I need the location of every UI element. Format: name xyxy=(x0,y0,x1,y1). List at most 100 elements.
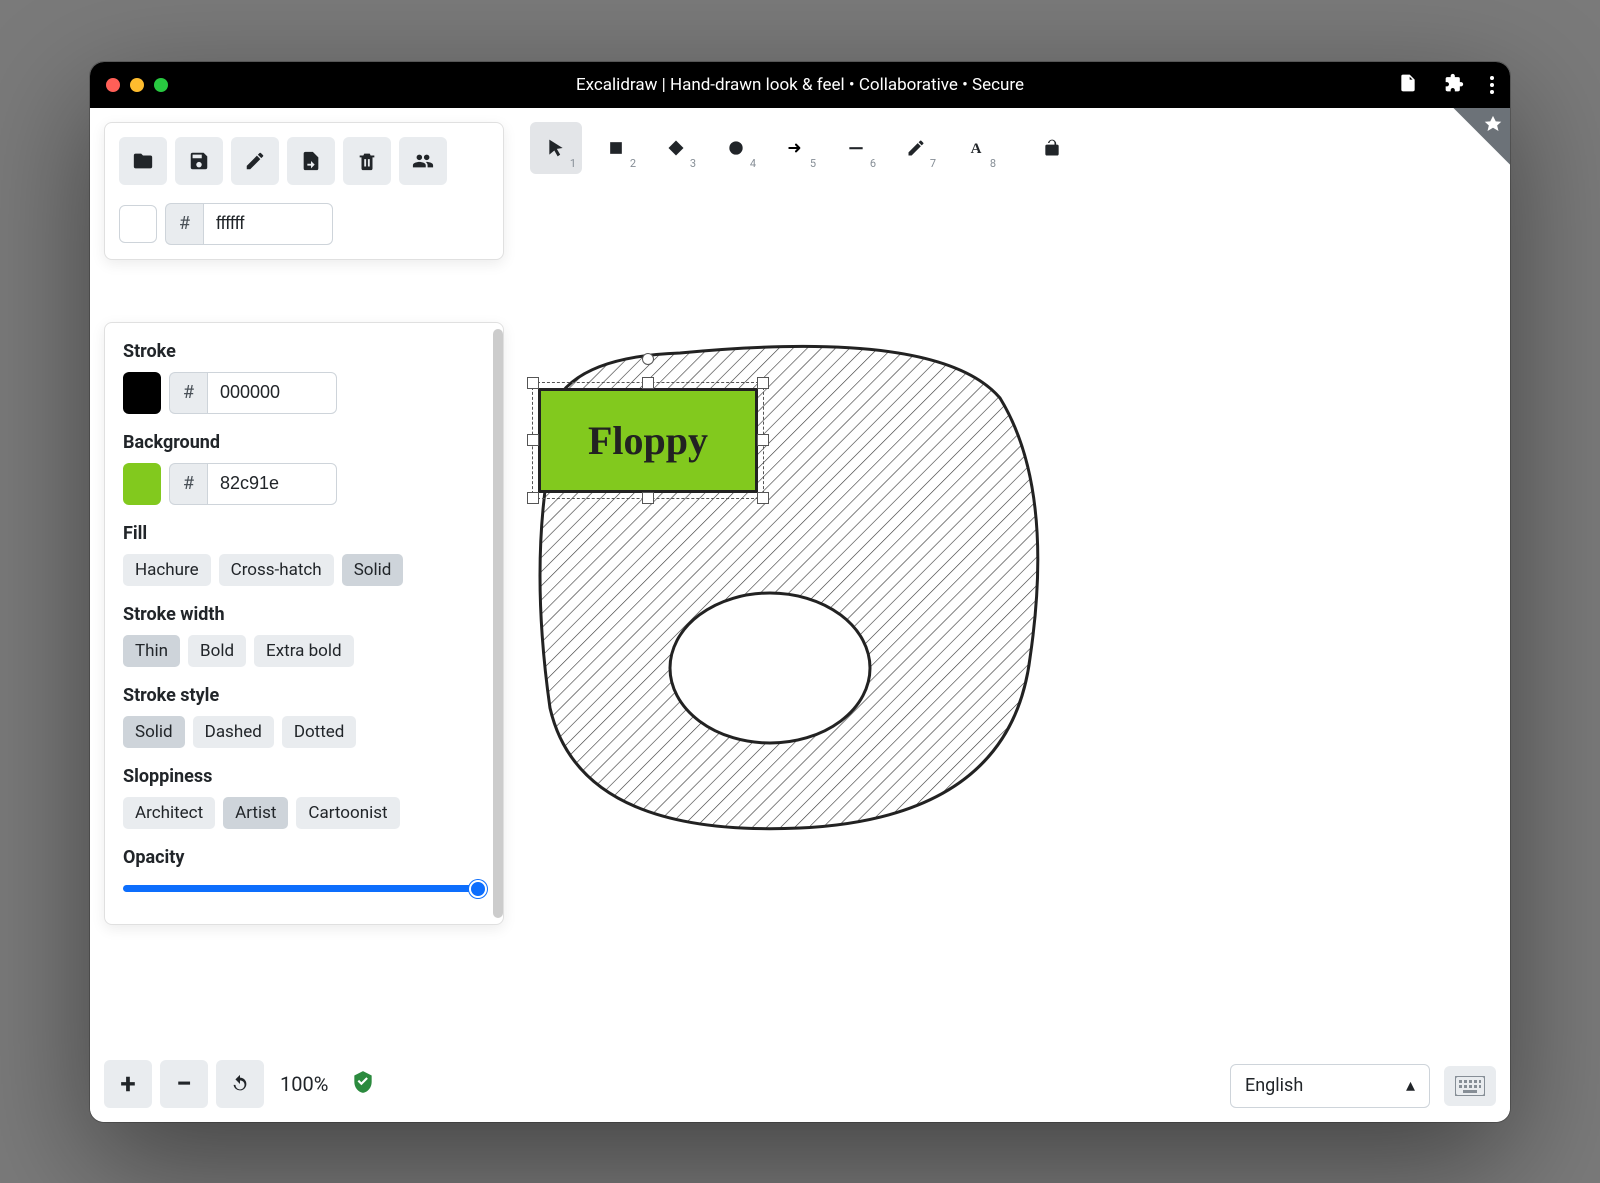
lock-open-icon xyxy=(1042,138,1062,158)
scrollbar[interactable] xyxy=(493,329,503,918)
reset-icon xyxy=(229,1073,251,1095)
option-extra-bold[interactable]: Extra bold xyxy=(254,635,354,667)
svg-text:A: A xyxy=(971,141,982,157)
tool-ellipse[interactable]: 4 xyxy=(710,122,762,174)
background-label: Background xyxy=(123,432,485,453)
canvas-bg-hex-input[interactable] xyxy=(203,203,333,245)
more-vertical-icon[interactable] xyxy=(1490,76,1494,94)
option-cross-hatch[interactable]: Cross-hatch xyxy=(219,554,334,586)
tool-number: 5 xyxy=(810,157,816,170)
delete-button[interactable] xyxy=(343,137,391,185)
stroke-group: Stroke # xyxy=(123,341,485,414)
option-dashed[interactable]: Dashed xyxy=(193,716,274,748)
option-solid[interactable]: Solid xyxy=(123,716,185,748)
puzzle-icon[interactable] xyxy=(1444,73,1464,97)
github-corner[interactable] xyxy=(1440,108,1510,178)
file-icon[interactable] xyxy=(1398,73,1418,97)
maximize-window-button[interactable] xyxy=(154,78,168,92)
hash-label: # xyxy=(165,203,203,245)
opacity-group: Opacity xyxy=(123,847,485,900)
close-window-button[interactable] xyxy=(106,78,120,92)
tool-number: 7 xyxy=(930,157,936,170)
bottom-bar: + − 100% xyxy=(104,1060,376,1108)
canvas-bg-swatch[interactable] xyxy=(119,205,157,243)
file-toolbar xyxy=(119,137,489,185)
lock-toggle[interactable] xyxy=(1026,122,1078,174)
encryption-shield-icon[interactable] xyxy=(350,1069,376,1099)
option-dotted[interactable]: Dotted xyxy=(282,716,357,748)
resize-handle-ne[interactable] xyxy=(757,377,769,389)
tool-arrow[interactable]: 5 xyxy=(770,122,822,174)
option-architect[interactable]: Architect xyxy=(123,797,215,829)
tools-bar: 1 2 3 4 5 6 7 A8 xyxy=(530,122,1078,174)
stroke-style-label: Stroke style xyxy=(123,685,485,706)
tool-number: 4 xyxy=(750,157,756,170)
titlebar: Excalidraw | Hand-drawn look & feel • Co… xyxy=(90,62,1510,108)
clear-canvas-button[interactable] xyxy=(231,137,279,185)
stroke-label: Stroke xyxy=(123,341,485,362)
resize-handle-e[interactable] xyxy=(757,434,769,446)
language-select[interactable]: English ▴ xyxy=(1230,1064,1430,1108)
paint-icon xyxy=(1482,114,1504,136)
resize-handle-se[interactable] xyxy=(757,492,769,504)
resize-handle-nw[interactable] xyxy=(527,377,539,389)
zoom-in-button[interactable]: + xyxy=(104,1060,152,1108)
zoom-reset-button[interactable] xyxy=(216,1060,264,1108)
stroke-style-group: Stroke style SolidDashedDotted xyxy=(123,685,485,748)
background-hex-input[interactable] xyxy=(207,463,337,505)
sloppiness-group: Sloppiness ArchitectArtistCartoonist xyxy=(123,766,485,829)
drawn-shape xyxy=(520,338,1050,838)
resize-handle-sw[interactable] xyxy=(527,492,539,504)
eraser-icon xyxy=(244,150,266,172)
keyboard-icon xyxy=(1455,1076,1485,1096)
option-hachure[interactable]: Hachure xyxy=(123,554,211,586)
canvas-background-row: # xyxy=(119,203,489,245)
background-group: Background # xyxy=(123,432,485,505)
option-thin[interactable]: Thin xyxy=(123,635,180,667)
tool-rectangle[interactable]: 2 xyxy=(590,122,642,174)
collaborate-button[interactable] xyxy=(399,137,447,185)
tool-number: 3 xyxy=(690,157,696,170)
resize-handle-n[interactable] xyxy=(642,377,654,389)
keyboard-shortcuts-button[interactable] xyxy=(1444,1066,1496,1106)
fill-label: Fill xyxy=(123,523,485,544)
tool-draw[interactable]: 7 xyxy=(890,122,942,174)
background-swatch[interactable] xyxy=(123,463,161,505)
option-solid[interactable]: Solid xyxy=(342,554,404,586)
bottom-right: English ▴ xyxy=(1230,1064,1496,1108)
open-button[interactable] xyxy=(119,137,167,185)
option-artist[interactable]: Artist xyxy=(223,797,288,829)
option-bold[interactable]: Bold xyxy=(188,635,246,667)
language-selected: English xyxy=(1245,1075,1303,1096)
stroke-hex-input[interactable] xyxy=(207,372,337,414)
window-title: Excalidraw | Hand-drawn look & feel • Co… xyxy=(576,75,1024,95)
resize-handle-w[interactable] xyxy=(527,434,539,446)
fill-group: Fill HachureCross-hatchSolid xyxy=(123,523,485,586)
tool-selection[interactable]: 1 xyxy=(530,122,582,174)
save-button[interactable] xyxy=(175,137,223,185)
app-body: Floppy xyxy=(90,108,1510,1122)
tool-text[interactable]: A8 xyxy=(950,122,1002,174)
tool-number: 6 xyxy=(870,157,876,170)
selected-rect[interactable]: Floppy xyxy=(538,388,758,493)
option-cartoonist[interactable]: Cartoonist xyxy=(296,797,399,829)
shape-text: Floppy xyxy=(588,417,708,464)
zoom-out-button[interactable]: − xyxy=(160,1060,208,1108)
resize-handle-s[interactable] xyxy=(642,492,654,504)
rotate-handle[interactable] xyxy=(642,353,654,365)
tool-diamond[interactable]: 3 xyxy=(650,122,702,174)
opacity-label: Opacity xyxy=(123,847,485,868)
stroke-swatch[interactable] xyxy=(123,372,161,414)
export-button[interactable] xyxy=(287,137,335,185)
tool-number: 2 xyxy=(630,157,636,170)
window-controls xyxy=(106,78,168,92)
chevron-up-icon: ▴ xyxy=(1406,1075,1415,1096)
zoom-percentage: 100% xyxy=(280,1072,328,1096)
hash-label: # xyxy=(169,463,207,505)
minimize-window-button[interactable] xyxy=(130,78,144,92)
sloppiness-label: Sloppiness xyxy=(123,766,485,787)
selection-outline xyxy=(532,382,764,499)
tool-line[interactable]: 6 xyxy=(830,122,882,174)
opacity-slider[interactable] xyxy=(123,878,485,900)
stroke-width-label: Stroke width xyxy=(123,604,485,625)
